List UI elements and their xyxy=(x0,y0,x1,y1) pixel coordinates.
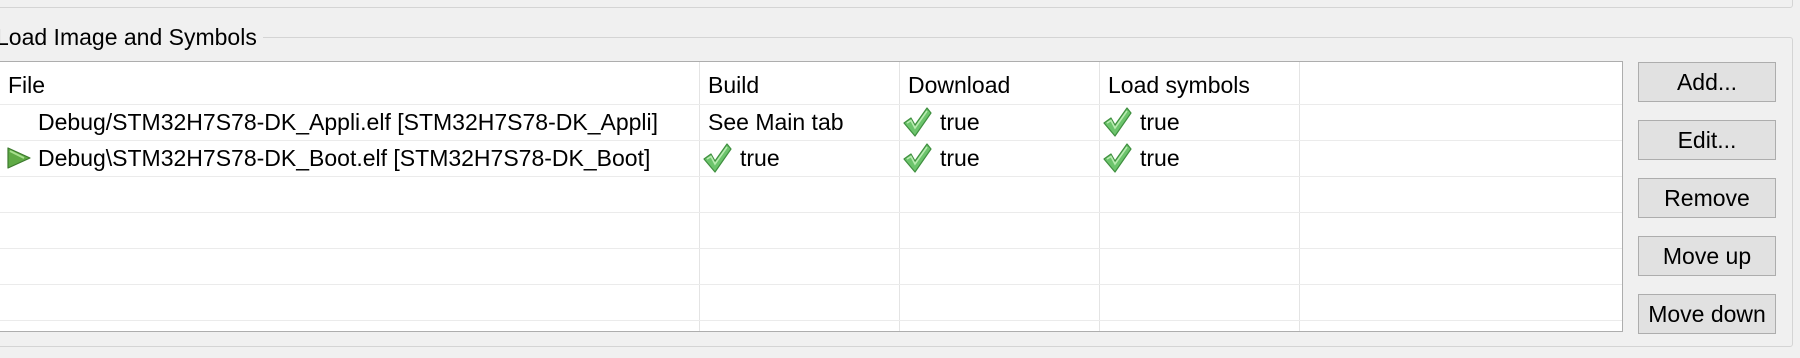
add-button[interactable]: Add... xyxy=(1638,62,1776,102)
row-separator xyxy=(0,248,1622,249)
column-separator xyxy=(1099,62,1100,331)
checkmark-icon xyxy=(903,143,932,173)
build-value: true xyxy=(740,145,780,171)
checkmark-icon xyxy=(903,107,932,137)
column-header-build[interactable]: Build xyxy=(708,68,759,102)
download-value: true xyxy=(940,109,980,135)
checkmark-icon xyxy=(703,143,732,173)
move-up-button[interactable]: Move up xyxy=(1638,236,1776,276)
table-row-download[interactable]: true xyxy=(902,105,980,139)
table-row-file[interactable]: Debug/STM32H7S78-DK_Appli.elf [STM32H7S7… xyxy=(38,105,658,139)
column-header-download[interactable]: Download xyxy=(908,68,1010,102)
checkmark-icon xyxy=(1103,107,1132,137)
table-row-download[interactable]: true xyxy=(902,141,980,175)
table-row-load-symbols[interactable]: true xyxy=(1102,105,1180,139)
checkmark-icon xyxy=(1103,143,1132,173)
column-header-load-symbols[interactable]: Load symbols xyxy=(1108,68,1250,102)
download-value: true xyxy=(940,145,980,171)
move-down-button[interactable]: Move down xyxy=(1638,294,1776,334)
load-symbols-value: true xyxy=(1140,145,1180,171)
group-title: Load Image and Symbols xyxy=(0,20,263,54)
row-separator xyxy=(0,176,1622,177)
row-separator xyxy=(0,212,1622,213)
row-separator xyxy=(0,284,1622,285)
row-separator xyxy=(0,320,1622,321)
play-arrow-icon xyxy=(7,147,31,169)
load-symbols-value: true xyxy=(1140,109,1180,135)
table-row-build[interactable]: true xyxy=(702,141,780,175)
column-separator xyxy=(899,62,900,331)
column-separator xyxy=(699,62,700,331)
remove-button[interactable]: Remove xyxy=(1638,178,1776,218)
edit-button[interactable]: Edit... xyxy=(1638,120,1776,160)
column-header-file[interactable]: File xyxy=(8,68,45,102)
load-image-table[interactable]: File Build Download Load symbols Debug/S… xyxy=(0,61,1623,332)
table-row-build[interactable]: See Main tab xyxy=(708,105,844,139)
column-separator xyxy=(1299,62,1300,331)
table-row-file[interactable]: Debug\STM32H7S78-DK_Boot.elf [STM32H7S78… xyxy=(38,141,650,175)
table-row-load-symbols[interactable]: true xyxy=(1102,141,1180,175)
previous-group-frame xyxy=(0,0,1793,8)
